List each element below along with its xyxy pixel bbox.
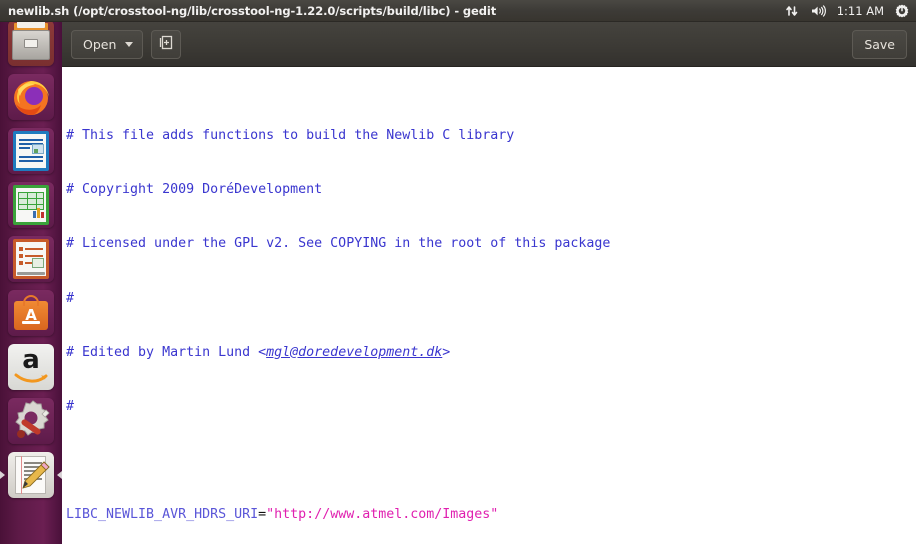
power-gear-icon[interactable] — [895, 4, 909, 18]
launcher-item-libreoffice-impress[interactable] — [0, 232, 62, 286]
launcher-item-amazon[interactable]: a — [0, 340, 62, 394]
unity-launcher: A a — [0, 22, 62, 544]
launcher-item-files[interactable] — [0, 22, 62, 70]
code-line: # This file adds functions to build the … — [66, 128, 515, 144]
gedit-icon — [8, 452, 54, 498]
clock[interactable]: 1:11 AM — [837, 4, 884, 18]
system-tray: 1:11 AM — [785, 4, 916, 18]
new-document-button[interactable] — [151, 29, 182, 59]
code-line: # Licensed under the GPL v2. See COPYING… — [66, 236, 611, 252]
code-line: # — [66, 290, 75, 306]
system-settings-icon — [8, 398, 54, 444]
code-line: # — [66, 398, 75, 414]
unity-top-panel: newlib.sh (/opt/crosstool-ng/lib/crossto… — [0, 0, 916, 22]
libreoffice-calc-icon — [8, 182, 54, 228]
open-button-label: Open — [83, 36, 117, 52]
window-title: newlib.sh (/opt/crosstool-ng/lib/crossto… — [8, 3, 497, 18]
new-document-icon — [159, 35, 174, 53]
code-line: # Edited by Martin Lund <mgl@doredevelop… — [66, 344, 451, 360]
launcher-item-libreoffice-writer[interactable] — [0, 124, 62, 178]
gedit-text-view[interactable]: # This file adds functions to build the … — [62, 67, 916, 544]
ubuntu-software-icon: A — [8, 290, 54, 336]
amazon-icon: a — [8, 344, 54, 390]
launcher-item-ubuntu-software[interactable]: A — [0, 286, 62, 340]
libreoffice-impress-icon — [8, 236, 54, 282]
firefox-icon — [8, 74, 54, 120]
gedit-toolbar: Open Save — [62, 22, 916, 67]
save-button[interactable]: Save — [852, 29, 907, 59]
open-button[interactable]: Open — [71, 29, 144, 59]
gedit-window: Open Save # This file adds functions to … — [62, 22, 916, 544]
code-line: LIBC_NEWLIB_AVR_HDRS_URI="http://www.atm… — [66, 507, 499, 523]
launcher-running-pip-left — [0, 471, 5, 479]
save-button-label: Save — [864, 36, 895, 52]
launcher-item-system-settings[interactable] — [0, 394, 62, 448]
desktop-root: newlib.sh (/opt/crosstool-ng/lib/crossto… — [0, 0, 916, 544]
chevron-down-icon — [125, 41, 134, 47]
code-line: # Copyright 2009 DoréDevelopment — [66, 182, 323, 198]
network-updown-icon[interactable] — [785, 4, 799, 18]
volume-icon[interactable] — [810, 4, 826, 18]
libreoffice-writer-icon — [8, 128, 54, 174]
files-icon — [8, 22, 54, 66]
launcher-item-libreoffice-calc[interactable] — [0, 178, 62, 232]
launcher-item-firefox[interactable] — [0, 70, 62, 124]
launcher-item-gedit[interactable] — [0, 448, 62, 502]
